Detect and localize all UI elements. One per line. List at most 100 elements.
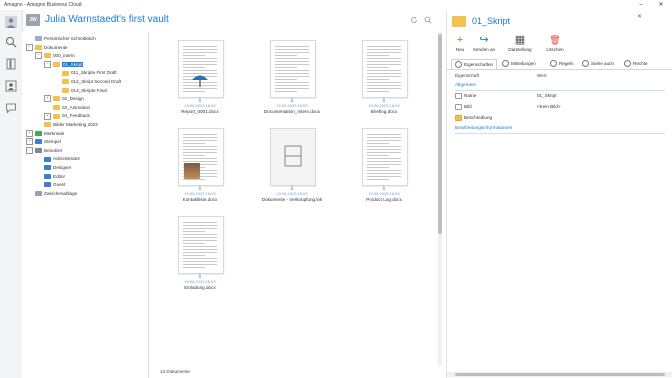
document-name[interactable]: Report_0001.docx xyxy=(164,109,236,114)
text-line xyxy=(183,179,205,180)
tree-item-label: 02_Design xyxy=(62,96,84,102)
document-thumbnail[interactable] xyxy=(362,128,408,186)
text-line xyxy=(367,176,401,177)
tree-item[interactable]: Zwischenablage xyxy=(26,190,77,198)
new-button-label: Neu xyxy=(455,47,465,52)
text-line xyxy=(367,79,389,80)
delete-button[interactable]: 🗑 Löschen xyxy=(543,34,567,56)
panel-scrollbar-thumb[interactable] xyxy=(455,373,665,376)
tree-expander-icon[interactable]: + xyxy=(26,129,33,137)
chat-icon[interactable] xyxy=(5,102,17,114)
tree-item[interactable]: Editor xyxy=(35,173,65,181)
property-name: Name xyxy=(455,93,476,99)
send-to-button[interactable]: ↪ Senden an xyxy=(471,34,497,56)
tree-expander-icon[interactable]: + xyxy=(26,138,33,146)
tree-item[interactable]: Persönlicher Schreibtisch xyxy=(26,35,96,43)
user-avatar-icon[interactable] xyxy=(5,16,17,28)
document-card[interactable]: ⤓ 19.06.2023 16:03 Report_0001.docx xyxy=(170,36,230,120)
document-name[interactable]: Einladung.docx xyxy=(164,285,236,290)
tree-item[interactable]: − 000_intern xyxy=(35,52,75,60)
document-card[interactable]: ⤓ 19.06.2023 16:03 Documentation_Intern.do… xyxy=(262,36,322,120)
tree-item[interactable]: Administrator xyxy=(35,155,80,163)
tree-item[interactable]: − Dokumente xyxy=(26,43,68,52)
tab-messages[interactable]: Mitteilungen xyxy=(499,59,539,68)
document-card[interactable]: ⤓ 19.06.2023 16:03 Einladung.docx xyxy=(170,212,230,296)
document-card[interactable]: ⤓ 19.06.2023 16:03 Briefing.docx xyxy=(354,36,414,120)
folder-tree: Persönlicher Schreibtisch − Dokumente −000_… xyxy=(22,32,148,378)
search-icon[interactable] xyxy=(5,36,17,48)
tree-item[interactable]: Designer xyxy=(35,164,71,172)
tree-item[interactable]: 012_Skript Second Draft xyxy=(53,78,121,86)
document-card[interactable]: ⤓ 19.06.2023 16:03 Dokumente - Verknüpfung… xyxy=(262,124,322,208)
text-line xyxy=(367,137,401,138)
document-name[interactable]: Documentation_Intern.docx xyxy=(256,109,328,114)
document-name[interactable]: Dokumente - Verknüpfung.lnk xyxy=(256,197,328,202)
tree-item[interactable]: + Stempel xyxy=(26,138,61,146)
tree-item[interactable]: +02_Design xyxy=(44,95,84,103)
tree-item[interactable]: Guest xyxy=(35,181,65,189)
panel-close-icon[interactable]: ✕ xyxy=(637,13,642,20)
document-thumbnail[interactable] xyxy=(270,40,316,98)
text-line xyxy=(367,70,401,71)
section-general[interactable]: Allgemein xyxy=(455,83,476,88)
document-card[interactable]: ⤓ 19.06.2023 16:03 Kontaktliste.docx xyxy=(170,124,230,208)
text-line xyxy=(367,58,401,59)
library-icon[interactable] xyxy=(5,58,17,70)
tab-see-also[interactable]: Siehe auch xyxy=(579,59,617,68)
tree-expander-icon[interactable]: + xyxy=(44,112,51,120)
tree-item[interactable]: 013_Skripte Final xyxy=(53,87,107,95)
tab-properties[interactable]: Eigenschaften xyxy=(451,59,498,69)
tab-permissions[interactable]: Rechte xyxy=(621,59,651,68)
contacts-icon[interactable] xyxy=(5,80,17,92)
tree-expander-icon[interactable]: − xyxy=(26,147,33,155)
document-thumbnail[interactable] xyxy=(178,128,224,186)
tree-item-label: Persönlicher Schreibtisch xyxy=(44,36,96,41)
text-line xyxy=(183,67,205,68)
tree-expander-icon[interactable]: + xyxy=(44,95,51,103)
tree-item[interactable]: Bilder Marketing 2023 xyxy=(35,121,98,129)
tree-item-label: Zwischenablage xyxy=(44,190,78,196)
details-panel: 01_Skript ✕ + Neu ↪ Senden an ▦ Darstell… xyxy=(446,10,672,378)
refresh-icon[interactable] xyxy=(410,16,418,24)
document-name[interactable]: Product Log.docx xyxy=(348,197,420,202)
property-icon xyxy=(455,93,462,99)
close-button[interactable]: ✕ xyxy=(654,1,668,9)
delete-label: Löschen xyxy=(546,47,564,52)
shortcut-icon xyxy=(284,145,302,167)
tree-item[interactable]: 03_Animation xyxy=(44,104,90,112)
minimize-button[interactable]: – xyxy=(634,1,648,9)
document-thumbnail[interactable] xyxy=(178,40,224,98)
new-button[interactable]: + Neu xyxy=(451,34,469,56)
tree-item[interactable]: − 01_Skript xyxy=(44,61,84,69)
document-date: 19.06.2023 16:03 xyxy=(368,103,400,108)
text-line xyxy=(183,267,205,268)
tree-expander-icon[interactable]: − xyxy=(44,61,51,69)
tree-item[interactable]: + Merkmale xyxy=(26,129,65,138)
tree-item[interactable]: +04_Feedback xyxy=(44,112,90,120)
document-name[interactable]: Briefing.docx xyxy=(348,109,420,114)
tree-item[interactable]: 011_Skripte First Draft xyxy=(53,69,117,77)
grid-scrollbar-thumb[interactable] xyxy=(438,34,442,234)
vault-search-icon[interactable] xyxy=(424,16,432,24)
document-name[interactable]: Kontaktliste.docx xyxy=(164,197,236,202)
pane-splitter[interactable] xyxy=(148,32,149,378)
property-name-value[interactable]: 01_Skript xyxy=(537,93,556,98)
tree-expander-icon[interactable]: − xyxy=(35,52,42,60)
text-line xyxy=(183,58,217,59)
tab-rules[interactable]: Regeln xyxy=(547,59,577,68)
document-thumbnail[interactable] xyxy=(362,40,408,98)
text-line xyxy=(183,140,217,141)
view-button[interactable]: ▦ Darstellung xyxy=(505,34,535,56)
folder-icon xyxy=(452,16,466,27)
text-line xyxy=(275,73,309,74)
tree-item-label: Benutzer xyxy=(44,147,63,153)
text-line xyxy=(183,249,217,250)
document-thumbnail[interactable] xyxy=(270,128,316,186)
document-card[interactable]: ⤓ 19.06.2023 16:03 Product Log.docx xyxy=(354,124,414,208)
section-edit-info[interactable]: Bearbeitungsinformationen xyxy=(455,126,512,131)
tree-item-label: Merkmale xyxy=(44,130,65,136)
property-image-value[interactable]: <Kein Bild> xyxy=(537,104,561,109)
document-thumbnail[interactable] xyxy=(178,216,224,274)
tree-item[interactable]: − Benutzer xyxy=(26,147,62,155)
tree-expander-icon[interactable]: − xyxy=(26,43,33,51)
